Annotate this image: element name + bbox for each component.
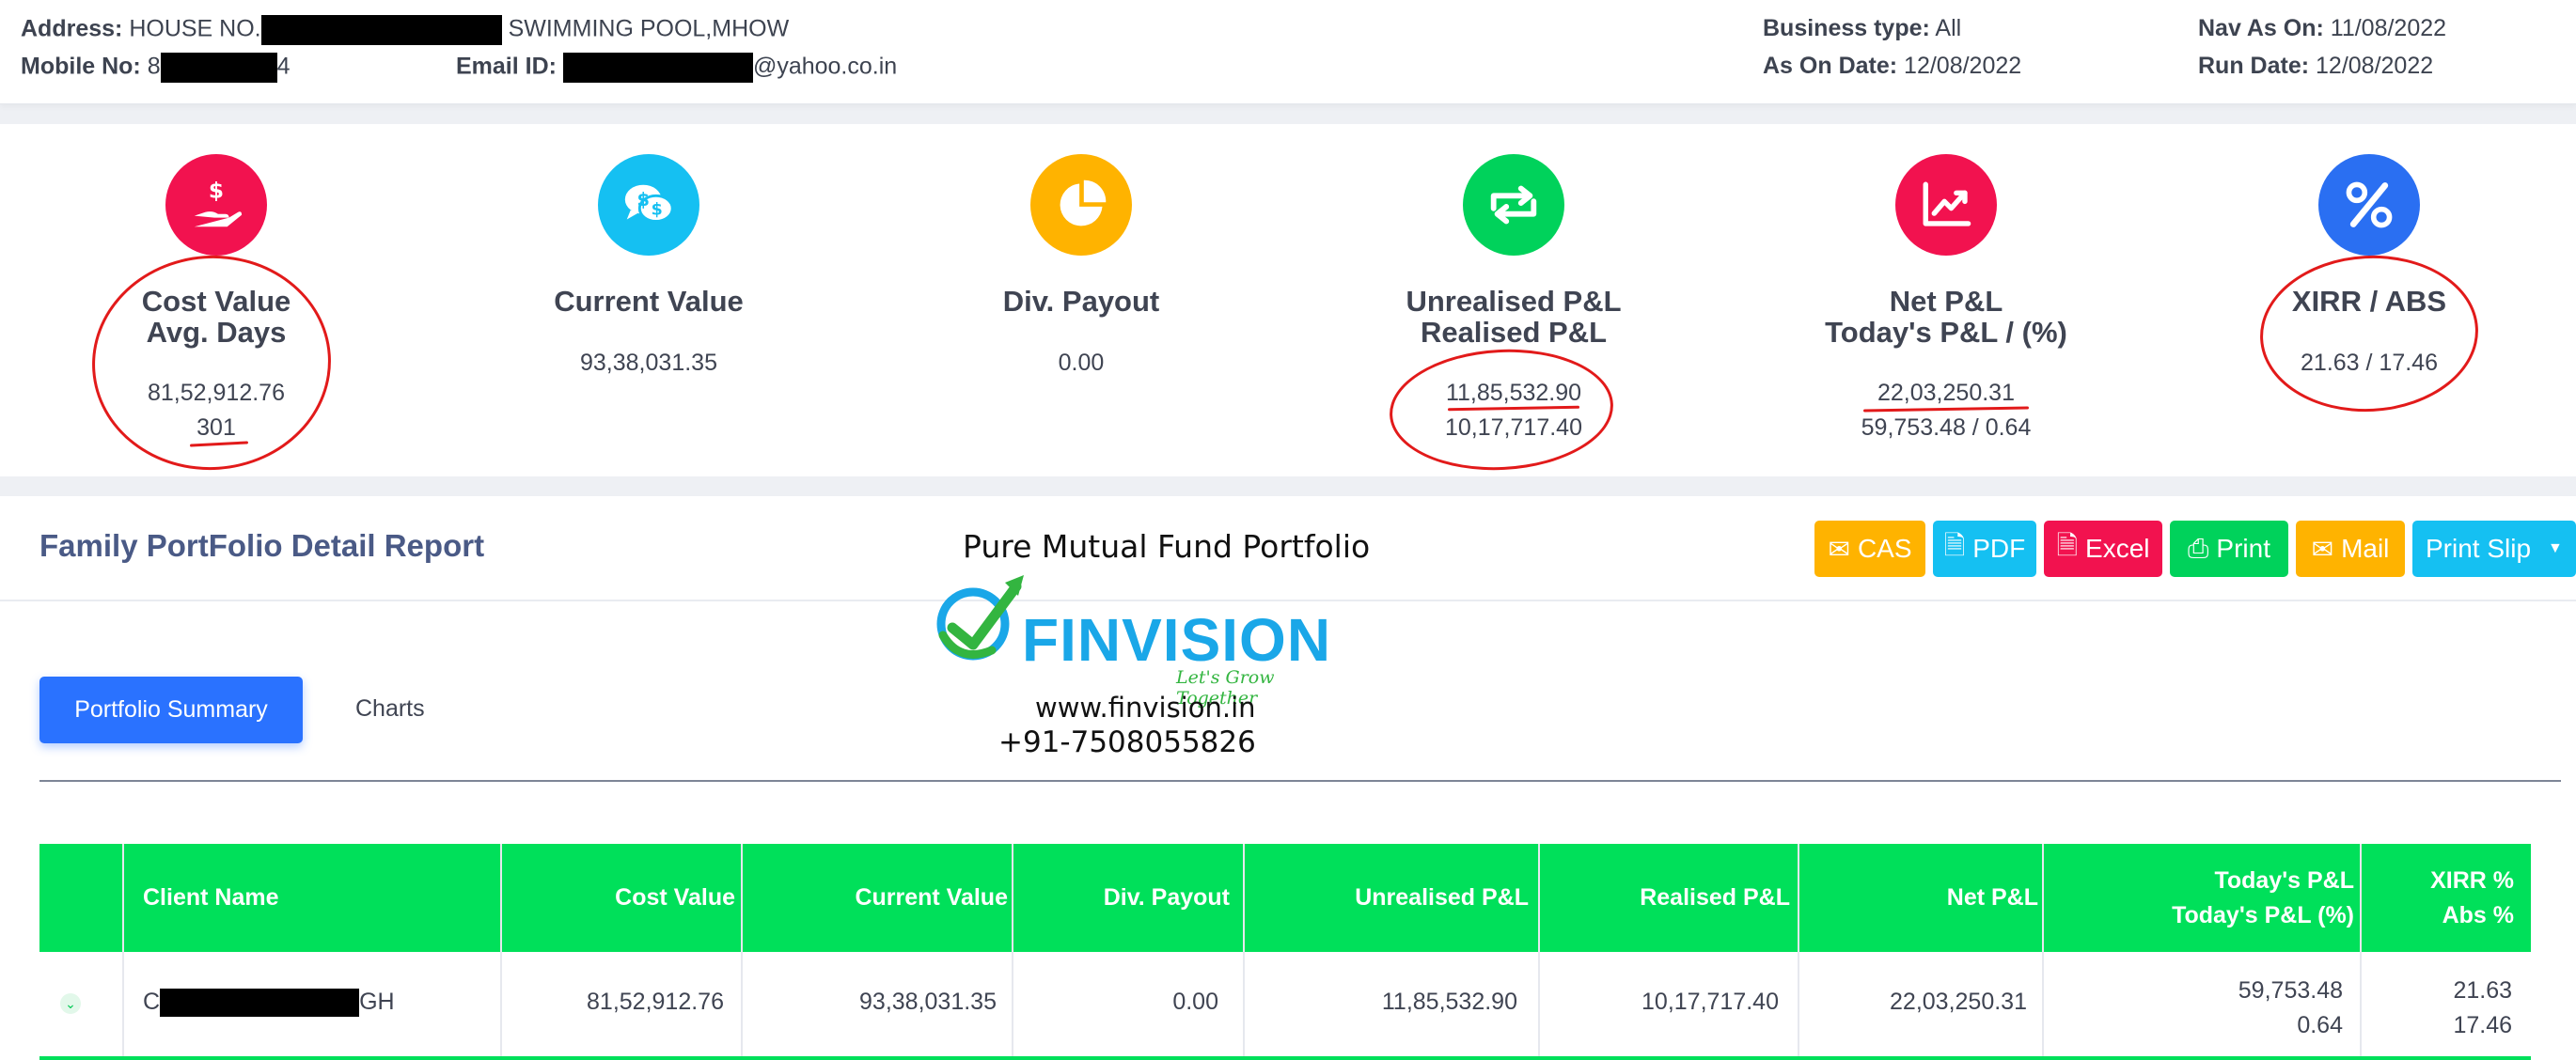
run-date-value: 12/08/2022 [2316, 53, 2434, 79]
address-prefix: HOUSE NO. [129, 15, 261, 42]
mobile-prefix: 8 [147, 53, 161, 80]
printer-icon: ⎙ [2188, 533, 2209, 563]
redacted-block [260, 15, 502, 45]
as-on-date-label: As On Date: [1763, 53, 1898, 79]
redacted-block [160, 53, 277, 83]
xirr-card: XIRR / ABS 21.63 / 17.46 [2162, 124, 2576, 476]
file-excel-icon: 🗎 [2056, 531, 2079, 560]
row-bottom-border [39, 1056, 2531, 1060]
col-current-value[interactable]: Current Value [855, 844, 1008, 952]
pl-card: Unrealised P&L Realised P&L 11,85,532.90 … [1297, 124, 1732, 476]
exchange-arrows-icon [1463, 154, 1564, 256]
redacted-block [562, 53, 753, 83]
run-date-line: Run Date: 12/08/2022 [2198, 53, 2433, 80]
current-value: 93,38,031.35 [580, 350, 717, 376]
unrealised-cell: 11,85,532.90 [1381, 989, 1517, 1015]
red-annotation-circle [2255, 250, 2483, 417]
envelope-icon: ✉ [2311, 534, 2334, 564]
email-label: Email ID: [456, 53, 557, 80]
business-type-value: All [1935, 15, 1962, 41]
finvision-logo: FINVISION Let's Grow Together [926, 569, 1340, 709]
svg-text:$: $ [636, 189, 649, 210]
cost-value-cell: 81,52,912.76 [587, 989, 724, 1015]
net-pl-value: 22,03,250.31 [1877, 380, 2015, 406]
chevron-down-icon[interactable]: ⌄ [60, 993, 81, 1014]
email-line: Email ID: @yahoo.co.in [456, 53, 897, 83]
mobile-label: Mobile No: [21, 53, 141, 80]
div-payout-card: Div. Payout 0.00 [865, 124, 1299, 476]
xirr-abs-cell: 21.63 17.46 [2453, 977, 2512, 1038]
email-suffix: @yahoo.co.in [752, 53, 898, 80]
trend-chart-icon [1895, 154, 1997, 256]
summary-cards: $ Cost Value Avg. Days 81,52,912.76 301 $… [0, 124, 2576, 478]
as-on-date-line: As On Date: 12/08/2022 [1763, 53, 2021, 80]
net-pl-card: Net P&L Today's P&L / (%) 22,03,250.31 59… [1730, 124, 2164, 476]
promo-website: www.finvision.in [1035, 692, 1256, 724]
nav-as-on-line: Nav As On: 11/08/2022 [2198, 15, 2446, 42]
mobile-suffix: 4 [276, 53, 291, 80]
col-client-name[interactable]: Client Name [143, 844, 278, 952]
col-realised-pl[interactable]: Realised P&L [1640, 844, 1790, 952]
card-title: Div. Payout [1002, 285, 1160, 318]
card-title: Unrealised P&L Realised P&L [1406, 285, 1622, 349]
table-header: Client Name Cost Value Current Value Div… [39, 844, 2531, 952]
todays-pl-value: 59,753.48 / 0.64 [1861, 414, 2032, 441]
hand-dollar-icon: $ [165, 154, 267, 256]
address-suffix: SWIMMING POOL,MHOW [508, 15, 790, 42]
mail-button[interactable]: ✉ Mail [2296, 521, 2405, 577]
col-unrealised-pl[interactable]: Unrealised P&L [1355, 844, 1529, 952]
col-cost-value[interactable]: Cost Value [615, 844, 735, 952]
client-name-cell: C GH [143, 989, 395, 1018]
table-row[interactable]: ⌄ [39, 952, 2531, 1056]
customer-info-header: Address: HOUSE NO. SWIMMING POOL,MHOW Mo… [0, 0, 2576, 104]
promo-phone: +91-7508055826 [998, 725, 1256, 759]
cas-button[interactable]: ✉ CAS [1814, 521, 1925, 577]
redacted-block [160, 989, 360, 1018]
svg-text:$: $ [209, 178, 224, 203]
net-pl-cell: 22,03,250.31 [1890, 989, 2027, 1015]
run-date-label: Run Date: [2198, 53, 2310, 79]
as-on-date-value: 12/08/2022 [1904, 53, 2022, 79]
pdf-button[interactable]: 🗎 PDF [1933, 521, 2036, 577]
mobile-line: Mobile No: 8 4 [21, 53, 291, 83]
excel-button[interactable]: 🗎 Excel [2044, 521, 2162, 577]
svg-text:$: $ [652, 201, 663, 220]
envelope-icon: ✉ [1828, 534, 1850, 564]
red-underline [1862, 406, 2030, 413]
red-annotation-circle [85, 247, 338, 478]
business-type-label: Business type: [1763, 15, 1930, 41]
address-label: Address: [21, 15, 123, 42]
tab-charts[interactable]: Charts [355, 695, 425, 723]
file-pdf-icon: 🗎 [1943, 531, 1966, 560]
print-slip-button[interactable]: Print Slip ▼ [2412, 521, 2576, 577]
tab-portfolio-summary[interactable]: Portfolio Summary [39, 677, 303, 743]
current-value-cell: 93,38,031.35 [859, 989, 997, 1015]
red-annotation-circle [1386, 343, 1617, 476]
current-value-card: $ $ Current Value 93,38,031.35 [432, 124, 867, 476]
nav-as-on-value: 11/08/2022 [2330, 15, 2447, 41]
nav-as-on-label: Nav As On: [2198, 15, 2324, 41]
card-title: Net P&L Today's P&L / (%) [1825, 285, 2067, 349]
col-todays-pl[interactable]: Today's P&L Today's P&L (%) [2172, 844, 2354, 952]
promo-heading: Pure Mutual Fund Portfolio [963, 528, 1371, 565]
div-payout-cell: 0.00 [1172, 989, 1218, 1015]
address-line: Address: HOUSE NO. SWIMMING POOL,MHOW [21, 15, 789, 45]
col-net-pl[interactable]: Net P&L [1947, 844, 2038, 952]
realised-cell: 10,17,717.40 [1641, 989, 1779, 1015]
div-payout-value: 0.00 [1058, 350, 1105, 376]
business-type-line: Business type: All [1763, 15, 1961, 42]
cost-value-card: $ Cost Value Avg. Days 81,52,912.76 301 [0, 124, 434, 478]
card-title: Current Value [554, 285, 744, 318]
report-title: Family PortFolio Detail Report [39, 528, 485, 563]
todays-pl-cell: 59,753.48 0.64 [2238, 977, 2343, 1038]
caret-down-icon: ▼ [2548, 540, 2563, 556]
chat-dollar-icon: $ $ [598, 154, 699, 256]
col-div-payout[interactable]: Div. Payout [1104, 844, 1230, 952]
pie-chart-icon [1030, 154, 1132, 256]
percent-icon [2318, 154, 2420, 256]
col-xirr-abs[interactable]: XIRR % Abs % [2430, 844, 2514, 952]
print-button[interactable]: ⎙ Print [2170, 521, 2288, 577]
brand-name: FINVISION [1022, 606, 1332, 674]
tab-underline [39, 780, 2561, 782]
